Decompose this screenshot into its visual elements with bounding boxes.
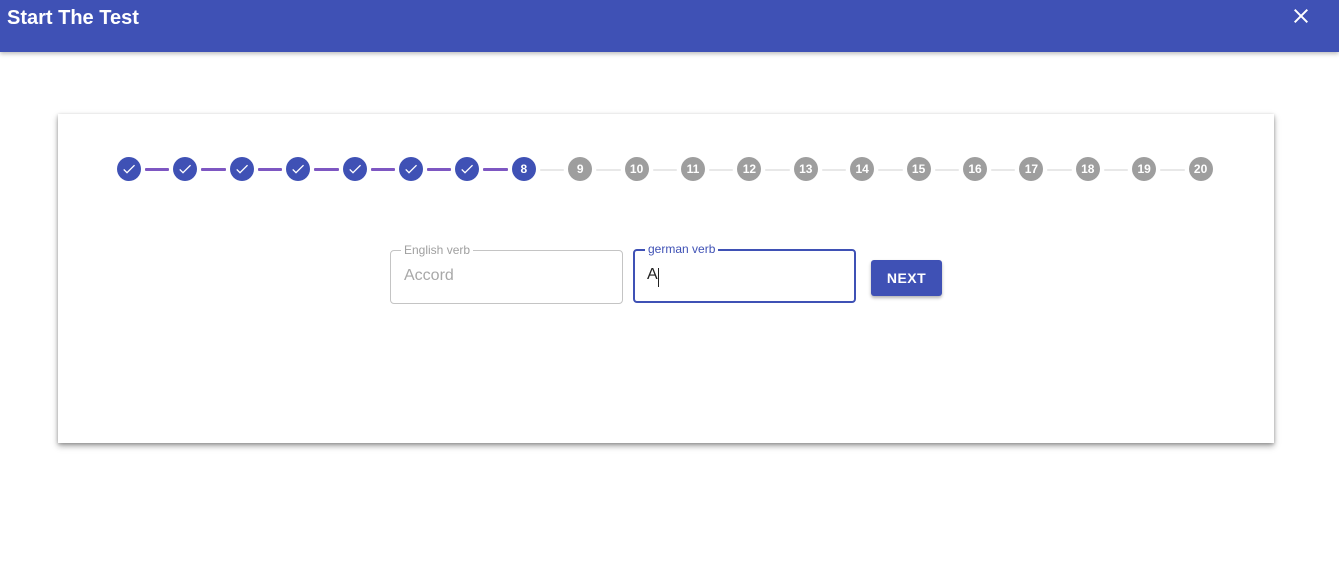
step-connector — [765, 169, 790, 171]
step-number: 11 — [686, 162, 700, 176]
step-number: 19 — [1137, 162, 1151, 176]
step-connector — [1103, 169, 1129, 171]
step-pending: 15 — [906, 157, 931, 181]
step-active: 8 — [511, 157, 536, 181]
step-number: 18 — [1081, 162, 1095, 176]
english-verb-label: English verb — [401, 243, 474, 257]
step-completed — [399, 157, 423, 181]
step-connector — [1047, 169, 1072, 171]
step-connector — [483, 168, 508, 171]
step-number: 16 — [968, 162, 982, 176]
step-completed — [173, 157, 198, 181]
check-icon — [405, 164, 417, 174]
step-connector — [427, 168, 452, 171]
step-pending: 13 — [793, 157, 818, 181]
step-connector — [1160, 169, 1185, 171]
step-completed — [229, 157, 254, 181]
german-verb-field[interactable]: german verb — [633, 242, 856, 303]
step-number: 17 — [1024, 162, 1039, 176]
step-connector — [878, 169, 903, 171]
step-pending: 17 — [1019, 157, 1044, 181]
step-pending: 10 — [624, 157, 649, 181]
step-pending: 14 — [850, 157, 875, 181]
step-pending: 19 — [1132, 157, 1157, 181]
check-icon — [123, 164, 135, 174]
step-number: 14 — [855, 162, 869, 176]
step-number: 20 — [1193, 162, 1208, 176]
check-icon — [461, 164, 474, 174]
step-connector — [257, 168, 283, 171]
step-pending: 16 — [963, 157, 987, 181]
next-button[interactable]: NEXT — [871, 260, 942, 296]
step-number: 9 — [576, 162, 584, 176]
step-connector — [201, 168, 226, 171]
step-connector — [314, 168, 339, 171]
stepper: 8 9 10 11 12 13 14 15 16 17 18 19 20 — [58, 114, 1274, 224]
step-connector — [596, 169, 621, 171]
step-number: 13 — [799, 162, 813, 176]
app-header: Start The Test — [0, 0, 1339, 52]
step-connector — [709, 169, 734, 171]
step-completed — [117, 157, 141, 181]
english-verb-field: English verb — [390, 243, 623, 304]
step-connector — [934, 169, 959, 171]
step-connector — [370, 168, 395, 171]
german-verb-input[interactable] — [647, 266, 837, 284]
step-connector — [145, 168, 170, 171]
check-icon — [236, 164, 248, 174]
step-number: 10 — [629, 162, 644, 176]
step-completed — [286, 157, 311, 181]
step-number: 12 — [742, 162, 757, 176]
step-connector — [652, 169, 677, 171]
check-icon — [348, 164, 361, 174]
german-verb-label: german verb — [645, 242, 719, 256]
step-completed — [342, 157, 367, 181]
step-pending: 9 — [568, 157, 593, 181]
step-connector — [539, 169, 565, 171]
check-icon — [292, 164, 305, 174]
page-title: Start The Test — [7, 7, 139, 29]
step-connector — [821, 169, 847, 171]
step-pending: 12 — [737, 157, 762, 181]
step-pending: 18 — [1075, 157, 1100, 181]
step-pending: 11 — [681, 157, 705, 181]
close-icon[interactable] — [1289, 4, 1313, 28]
step-connector — [991, 169, 1016, 171]
step-pending: 20 — [1188, 157, 1213, 181]
test-card: 8 9 10 11 12 13 14 15 16 17 18 19 20 English verb ge… — [58, 114, 1274, 443]
step-number: 8 — [520, 162, 528, 176]
english-verb-input — [404, 267, 594, 285]
step-number: 15 — [911, 162, 926, 176]
step-completed — [455, 157, 480, 181]
text-caret — [658, 268, 659, 287]
check-icon — [179, 164, 192, 174]
